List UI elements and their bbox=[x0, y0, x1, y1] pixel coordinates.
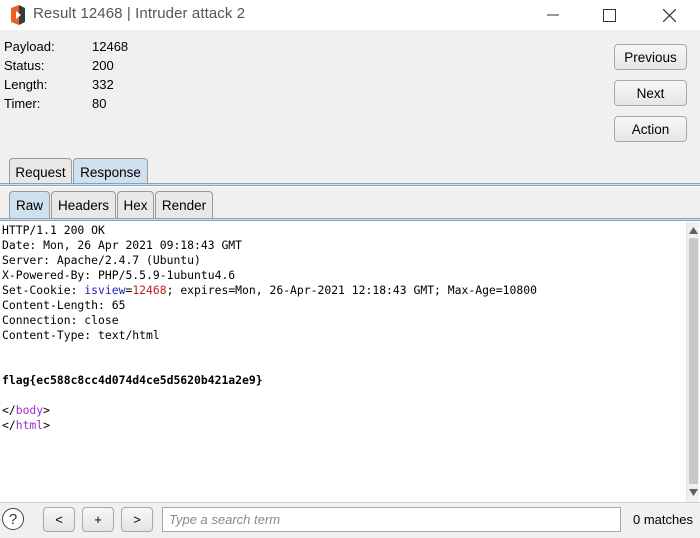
header-line-connection: Connection: close bbox=[2, 313, 119, 327]
close-button[interactable] bbox=[646, 0, 692, 30]
minimize-button[interactable] bbox=[530, 0, 576, 30]
body-close-tag: </body> bbox=[2, 403, 686, 418]
next-button[interactable]: Next bbox=[614, 80, 687, 106]
window-title: Result 12468 | Intruder attack 2 bbox=[33, 5, 246, 22]
length-label: Length: bbox=[4, 77, 48, 92]
cookie-prefix: Set-Cookie: bbox=[2, 283, 85, 297]
subtab-raw[interactable]: Raw bbox=[9, 191, 50, 219]
subtab-headers[interactable]: Headers bbox=[51, 191, 116, 219]
header-line-content-length: Content-Length: 65 bbox=[2, 298, 126, 312]
scroll-up-icon[interactable] bbox=[689, 226, 698, 235]
flag-line: flag{ec588c8cc4d074d4ce5d5620b421a2e9} bbox=[2, 373, 263, 387]
header-line-content-type: Content-Type: text/html bbox=[2, 328, 160, 342]
timer-label: Timer: bbox=[4, 96, 41, 111]
header-line-date: Date: Mon, 26 Apr 2021 09:18:43 GMT bbox=[2, 238, 243, 252]
search-add-button[interactable]: + bbox=[82, 507, 114, 532]
subtab-render[interactable]: Render bbox=[155, 191, 213, 219]
tab-divider bbox=[0, 183, 700, 186]
vertical-scrollbar[interactable] bbox=[686, 222, 699, 502]
minimize-icon bbox=[547, 14, 559, 16]
tag-bracket: > bbox=[43, 403, 51, 417]
help-icon[interactable]: ? bbox=[2, 508, 24, 530]
payload-value: 12468 bbox=[92, 39, 129, 54]
timer-value: 80 bbox=[92, 96, 107, 111]
search-previous-button[interactable]: < bbox=[43, 507, 75, 532]
maximize-icon bbox=[602, 8, 616, 22]
html-close-tag: </html> bbox=[2, 418, 686, 433]
cookie-name: isview bbox=[84, 283, 126, 297]
length-value: 332 bbox=[92, 77, 114, 92]
tag-name-body: body bbox=[15, 403, 44, 417]
match-count: 0 matches bbox=[633, 512, 693, 527]
previous-button[interactable]: Previous bbox=[614, 44, 687, 70]
tag-bracket: </ bbox=[2, 403, 16, 417]
tab-request[interactable]: Request bbox=[9, 158, 72, 186]
search-input[interactable] bbox=[162, 507, 621, 532]
search-next-button[interactable]: > bbox=[121, 507, 153, 532]
cookie-value: 12468 bbox=[132, 283, 167, 297]
search-bar: ? < + > 0 matches bbox=[0, 502, 700, 538]
tag-bracket: > bbox=[43, 418, 51, 432]
status-value: 200 bbox=[92, 58, 114, 73]
maximize-button[interactable] bbox=[586, 0, 632, 30]
status-label: Status: bbox=[4, 58, 45, 73]
cookie-suffix: ; expires=Mon, 26-Apr-2021 12:18:43 GMT;… bbox=[166, 283, 537, 297]
subtab-divider bbox=[0, 218, 700, 221]
tab-response[interactable]: Response bbox=[73, 158, 148, 186]
app-icon bbox=[11, 5, 25, 25]
response-view-tabs: Raw Headers Hex Render bbox=[0, 187, 700, 219]
subtab-hex[interactable]: Hex bbox=[117, 191, 154, 219]
close-icon bbox=[662, 8, 676, 22]
scrollbar-thumb[interactable] bbox=[689, 238, 698, 484]
header-line-powered-by: X-Powered-By: PHP/5.5.9-1ubuntu4.6 bbox=[2, 268, 236, 282]
header-line-server: Server: Apache/2.4.7 (Ubuntu) bbox=[2, 253, 201, 267]
tag-name-html: html bbox=[15, 418, 44, 432]
header-line-set-cookie: Set-Cookie: isview=12468; expires=Mon, 2… bbox=[2, 283, 686, 298]
action-button[interactable]: Action bbox=[614, 116, 687, 142]
scroll-down-icon[interactable] bbox=[689, 488, 698, 497]
response-raw-view[interactable]: HTTP/1.1 200 OK Date: Mon, 26 Apr 2021 0… bbox=[0, 222, 686, 502]
title-bar: Result 12468 | Intruder attack 2 bbox=[0, 0, 700, 30]
payload-label: Payload: bbox=[4, 39, 55, 54]
tag-bracket: </ bbox=[2, 418, 16, 432]
status-line: HTTP/1.1 200 OK bbox=[2, 223, 105, 237]
result-info-panel: Payload: 12468 Status: 200 Length: 332 T… bbox=[0, 30, 700, 186]
